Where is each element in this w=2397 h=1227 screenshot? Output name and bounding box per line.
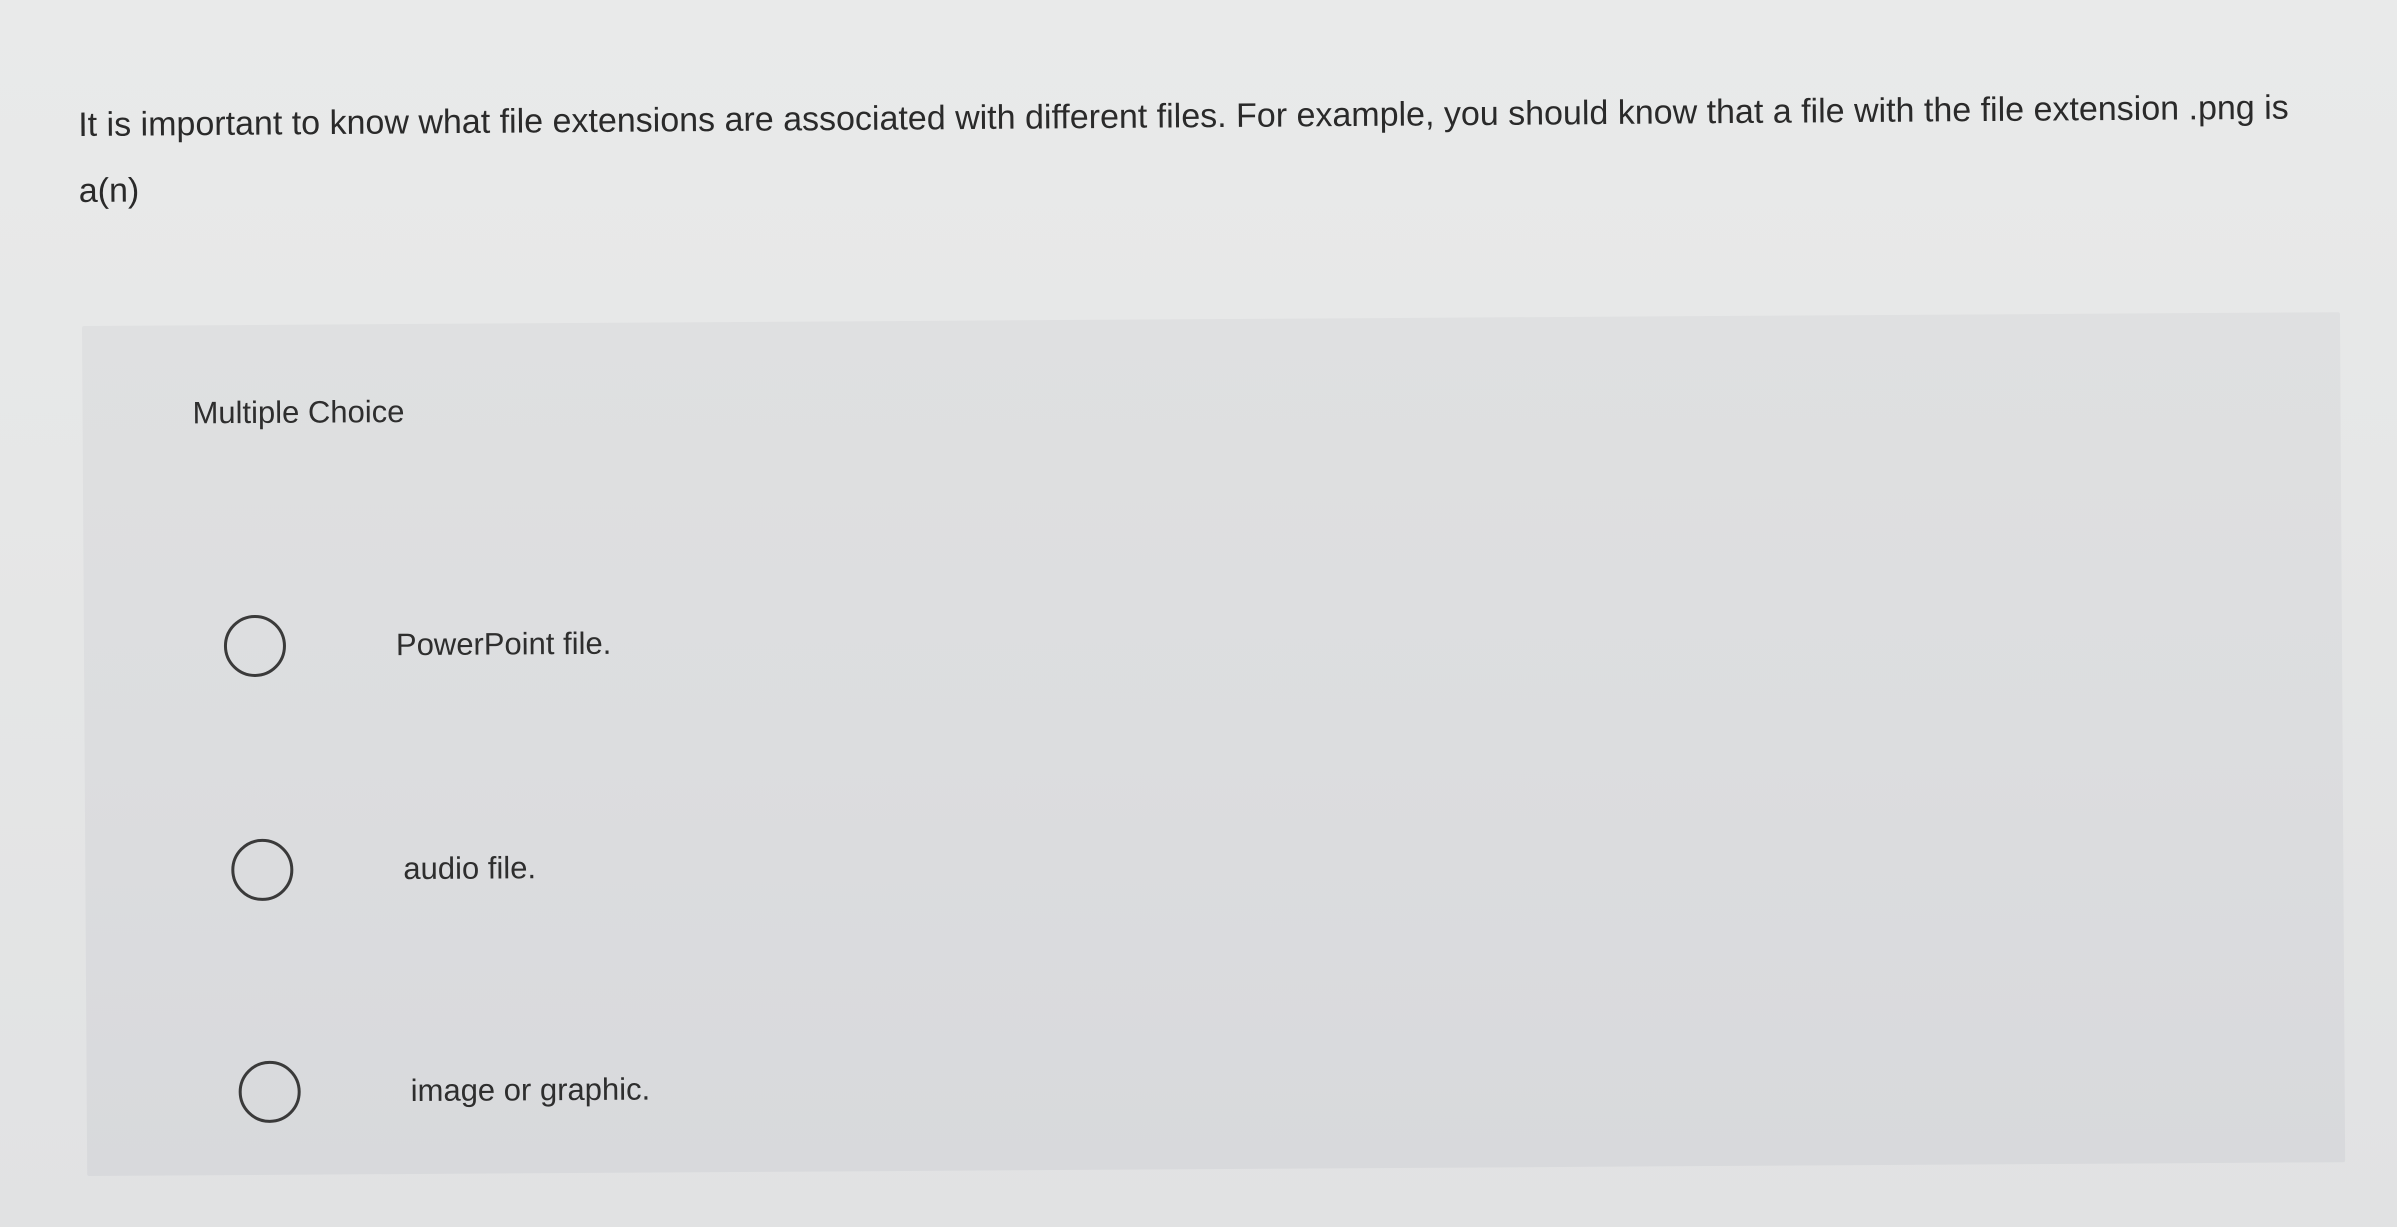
choice-image-or-graphic[interactable]: image or graphic. [238,1059,650,1124]
question-text: It is important to know what file extens… [78,88,2289,210]
choice-audio-file[interactable]: audio file. [231,837,537,902]
choice-label: PowerPoint file. [395,625,612,663]
radio-button[interactable] [231,838,294,902]
radio-button[interactable] [223,614,287,678]
radio-button[interactable] [238,1060,301,1124]
choice-label: audio file. [403,850,537,887]
multiple-choice-panel: Multiple Choice PowerPoint file. audio f… [82,312,2346,1176]
quiz-page: It is important to know what file extens… [0,0,2397,1227]
choice-label: image or graphic. [410,1071,651,1109]
question-type-label: Multiple Choice [192,394,405,431]
choice-powerpoint-file[interactable]: PowerPoint file. [223,613,612,678]
